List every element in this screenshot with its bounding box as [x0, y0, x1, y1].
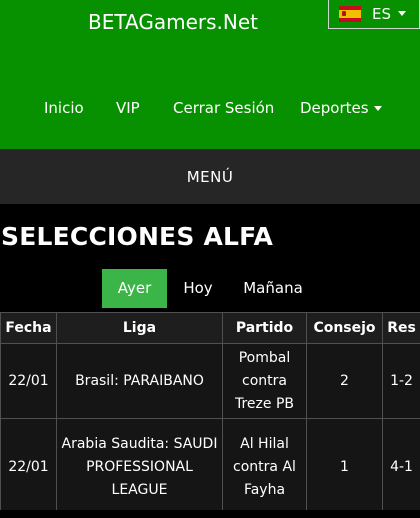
cell-consejo: 1 — [306, 418, 383, 516]
cell-res: 4-1 — [382, 418, 420, 516]
cell-liga: Brasil: PARAIBANO — [56, 343, 223, 419]
picks-table: Fecha Liga Partido Consejo Res 22/01 Bra… — [0, 312, 420, 516]
day-tabs: Ayer Hoy Mañana — [0, 269, 420, 308]
nav-inicio[interactable]: Inicio — [44, 99, 84, 117]
header-partido: Partido — [222, 312, 307, 344]
tab-ayer[interactable]: Ayer — [102, 269, 167, 308]
tab-manana[interactable]: Mañana — [240, 269, 306, 308]
cell-liga: Arabia Saudita: SAUDI PROFESSIONAL LEAGU… — [56, 418, 223, 516]
cell-consejo: 2 — [306, 343, 383, 419]
cell-res: 1-2 — [382, 343, 420, 419]
table-row: 22/01 Brasil: PARAIBANO Pombal contra Tr… — [0, 343, 420, 419]
page: BETAGamers.Net ES Inicio VIP Cerrar Sesi… — [0, 0, 420, 518]
cell-fecha: 22/01 — [0, 418, 57, 516]
chevron-down-icon — [398, 11, 406, 16]
page-bottom-edge — [0, 510, 420, 518]
cell-partido: Al Hilal contra Al Fayha — [222, 418, 307, 516]
menu-label: MENÚ — [186, 167, 234, 186]
header-liga: Liga — [56, 312, 223, 344]
language-code: ES — [372, 4, 391, 23]
spain-flag-icon — [339, 5, 361, 22]
tab-hoy[interactable]: Hoy — [178, 269, 218, 308]
header-res: Res — [382, 312, 420, 344]
site-header: BETAGamers.Net ES Inicio VIP Cerrar Sesi… — [0, 0, 420, 149]
main-nav: Inicio VIP Cerrar Sesión Deportes — [0, 99, 420, 121]
cell-partido: Pombal contra Treze PB — [222, 343, 307, 419]
cell-fecha: 22/01 — [0, 343, 57, 419]
nav-deportes-dropdown[interactable]: Deportes — [300, 99, 382, 117]
chevron-down-icon — [373, 105, 382, 111]
header-fecha: Fecha — [0, 312, 57, 344]
section-title: SELECCIONES ALFA — [1, 222, 274, 251]
table-row: 22/01 Arabia Saudita: SAUDI PROFESSIONAL… — [0, 418, 420, 516]
language-selector[interactable]: ES — [328, 0, 420, 29]
site-title[interactable]: BETAGamers.Net — [88, 10, 258, 34]
menu-toggle-bar[interactable]: MENÚ — [0, 149, 420, 204]
nav-vip[interactable]: VIP — [116, 99, 140, 117]
nav-cerrar-sesion[interactable]: Cerrar Sesión — [173, 99, 274, 117]
table-header-row: Fecha Liga Partido Consejo Res — [0, 312, 420, 344]
nav-deportes-label: Deportes — [300, 99, 369, 117]
header-consejo: Consejo — [306, 312, 383, 344]
